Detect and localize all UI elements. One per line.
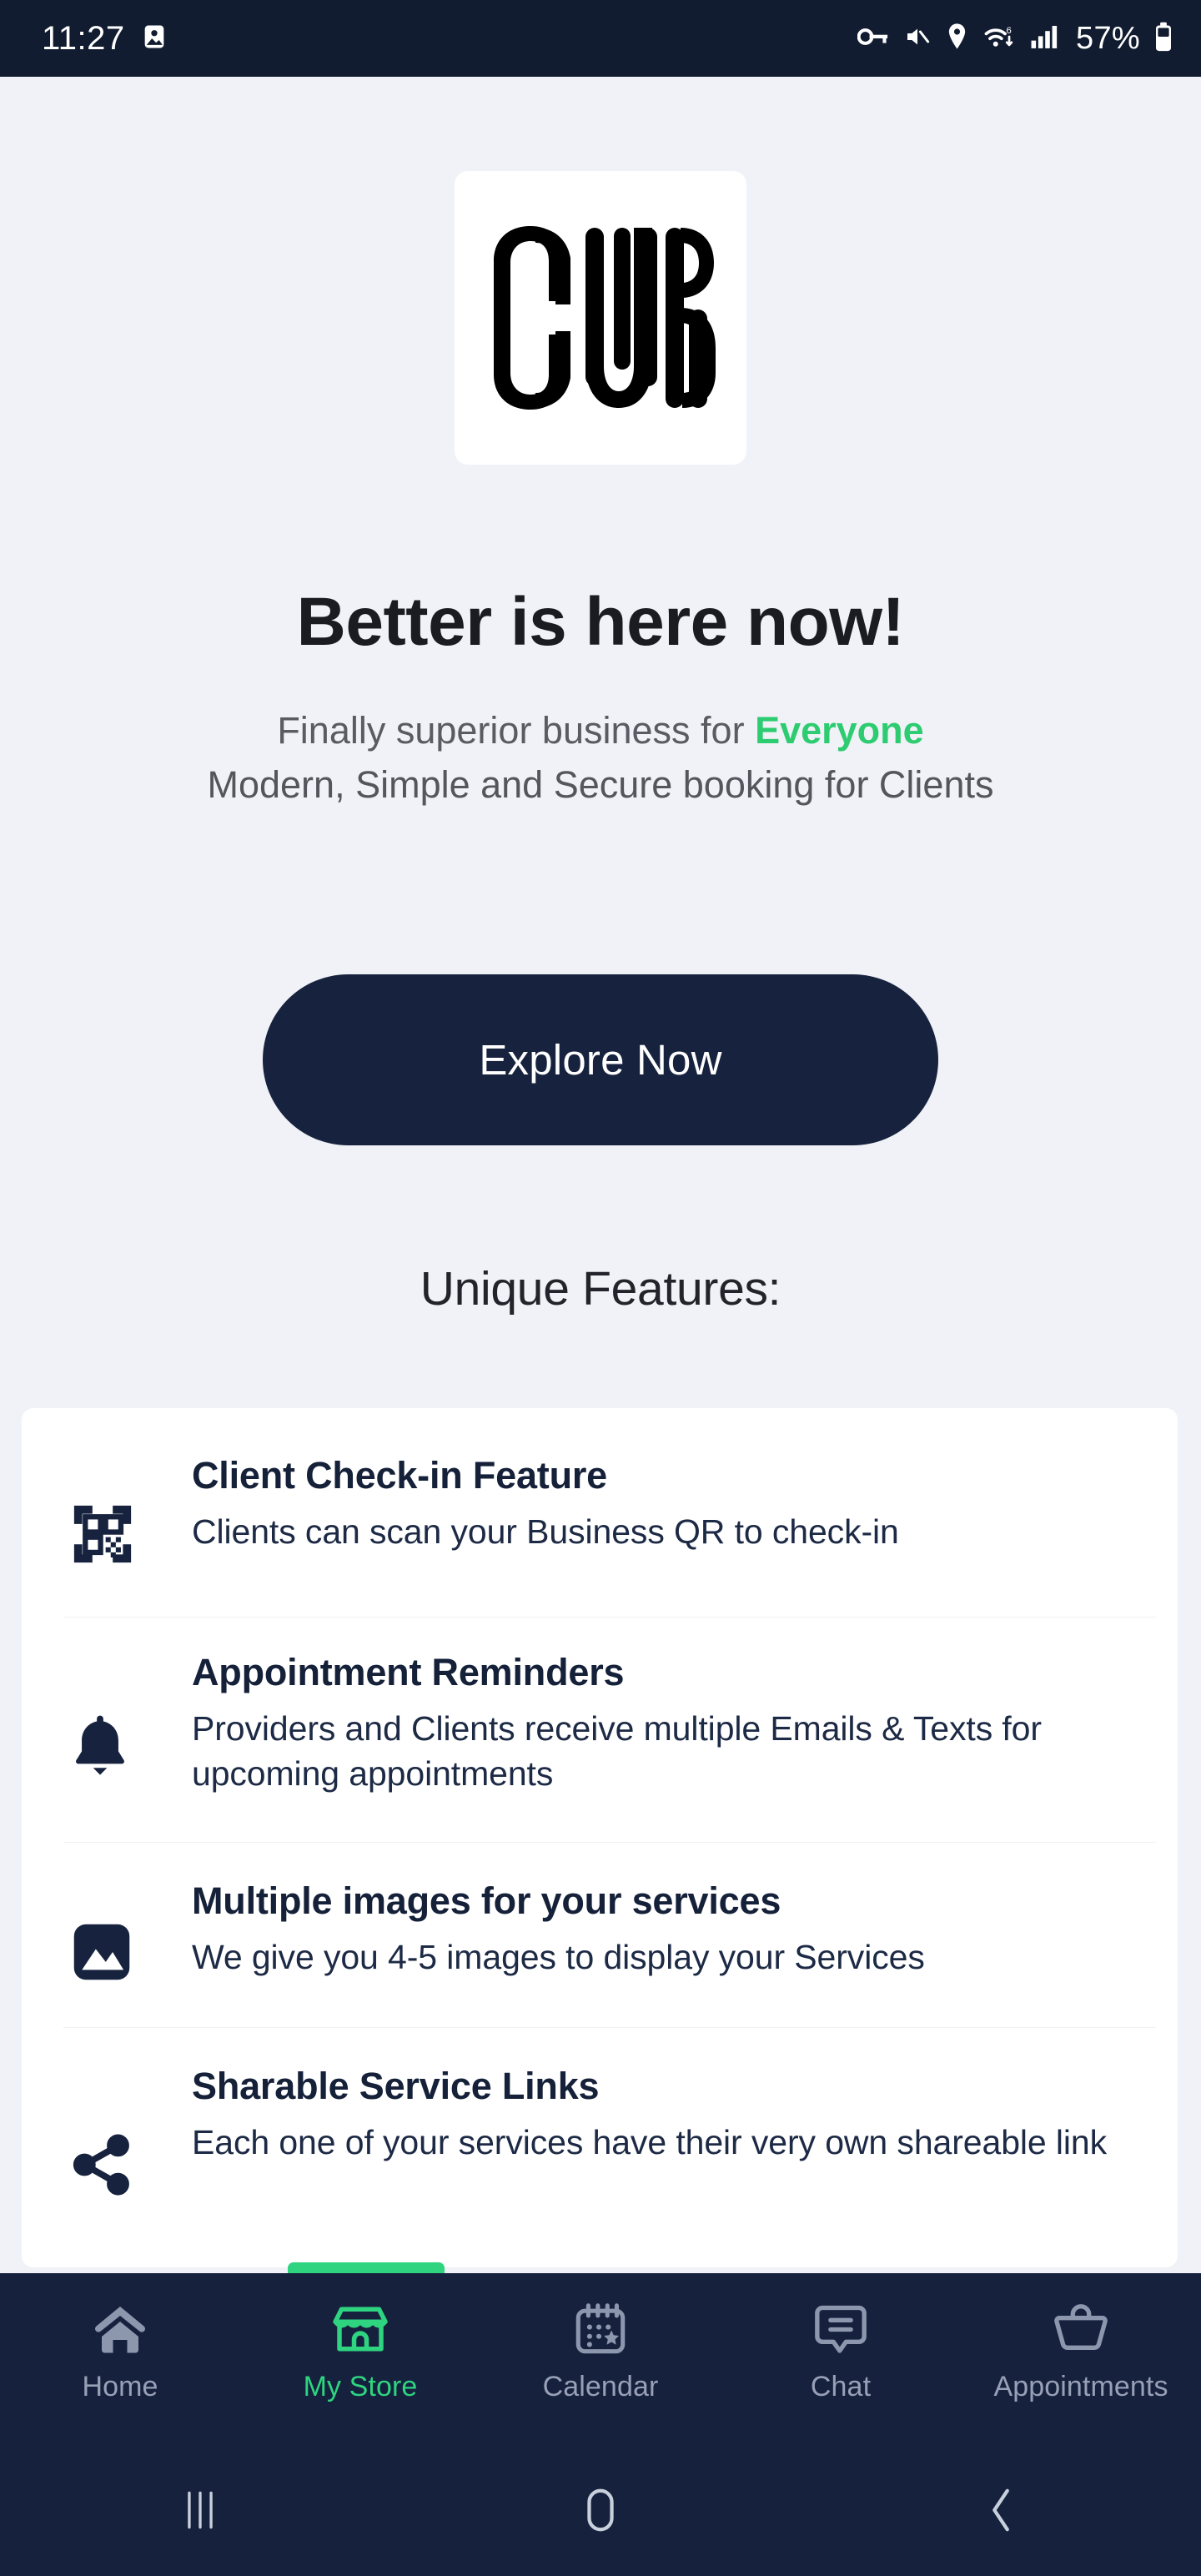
feature-title: Sharable Service Links: [192, 2065, 600, 2107]
mute-icon: [903, 23, 932, 54]
feature-title: Client Check-in Feature: [192, 1454, 608, 1497]
key-icon: [857, 24, 889, 53]
app-screen: 11:27 6 57% Better is here now! Finally …: [0, 0, 1201, 2576]
back-chevron-icon[interactable]: [801, 2486, 1201, 2534]
feature-item-sharable-links[interactable]: Sharable Service Links Each one of your …: [22, 2027, 1178, 2267]
feature-item-client-checkin[interactable]: Client Check-in Feature Clients can scan…: [22, 1408, 1178, 1617]
hero-subtitle-accent: Everyone: [755, 708, 924, 752]
status-bar-right: 6 57%: [857, 21, 1173, 57]
nav-item-chat[interactable]: Chat: [721, 2273, 961, 2403]
hero-subtitles: Finally superior business for Everyone M…: [0, 704, 1201, 813]
image-icon: [140, 23, 168, 55]
feature-text: Multiple images for your services We giv…: [162, 1877, 1144, 1980]
status-bar-clock: 11:27: [42, 20, 125, 57]
home-icon: [91, 2298, 149, 2360]
hero-subtitle-line-1: Finally superior business for Everyone: [0, 704, 1201, 758]
feature-text: Sharable Service Links Each one of your …: [162, 2062, 1144, 2165]
feature-description: Providers and Clients receive multiple E…: [192, 1708, 1042, 1793]
feature-item-appointment-reminders[interactable]: Appointment Reminders Providers and Clie…: [22, 1617, 1178, 1842]
status-bar: 11:27 6 57%: [0, 0, 1201, 77]
location-pin-icon: [946, 23, 968, 54]
cellular-signal-icon: [1030, 23, 1058, 54]
image-icon: [70, 1920, 162, 1984]
nav-item-home[interactable]: Home: [0, 2273, 240, 2403]
chat-bubble-icon: [812, 2298, 869, 2360]
hero-subtitle-line-2: Modern, Simple and Secure booking for Cl…: [207, 762, 994, 806]
nav-item-calendar[interactable]: Calendar: [480, 2273, 721, 2403]
android-navigation-bar: [0, 2444, 1201, 2576]
feature-description: Each one of your services have their ver…: [192, 2122, 1108, 2161]
feature-text: Client Check-in Feature Clients can scan…: [162, 1452, 1144, 1554]
cub-logo: [455, 171, 746, 465]
feature-description: We give you 4-5 images to display your S…: [192, 1937, 925, 1976]
feature-description: Clients can scan your Business QR to che…: [192, 1512, 899, 1551]
nav-label: Chat: [810, 2371, 872, 2402]
active-tab-indicator: [288, 2262, 445, 2273]
nav-item-appointments[interactable]: Appointments: [961, 2273, 1201, 2403]
recents-icon[interactable]: [0, 2487, 400, 2533]
battery-percent-label: 57%: [1076, 20, 1140, 56]
basket-icon: [1053, 2298, 1109, 2360]
nav-label: Home: [82, 2371, 158, 2402]
share-icon: [70, 2132, 162, 2197]
bell-icon: [70, 1713, 162, 1778]
features-card: Client Check-in Feature Clients can scan…: [22, 1408, 1178, 2267]
feature-text: Appointment Reminders Providers and Clie…: [162, 1648, 1144, 1796]
page-title: Better is here now!: [296, 584, 905, 660]
unique-features-heading: Unique Features:: [420, 1262, 781, 1316]
hero-subtitle-prefix: Finally superior business for: [277, 708, 756, 752]
bottom-navigation-bar: Home My Store Calendar Chat Appointments: [0, 2273, 1201, 2444]
hero-section: Better is here now! Finally superior bus…: [0, 584, 1201, 812]
nav-item-my-store[interactable]: My Store: [240, 2273, 480, 2403]
feature-title: Multiple images for your services: [192, 1879, 781, 1922]
calendar-star-icon: [572, 2298, 629, 2360]
status-bar-left: 11:27: [42, 22, 168, 55]
qr-code-scan-icon: [70, 1502, 162, 1567]
nav-label: Calendar: [542, 2371, 659, 2402]
home-pill-icon[interactable]: [400, 2486, 801, 2534]
explore-now-button[interactable]: Explore Now: [263, 974, 938, 1145]
wifi-icon: 6: [982, 23, 1016, 55]
nav-label: My Store: [303, 2371, 418, 2402]
store-icon: [331, 2298, 389, 2360]
battery-icon: [1154, 22, 1173, 56]
svg-text:6: 6: [1007, 25, 1012, 35]
feature-item-multiple-images[interactable]: Multiple images for your services We giv…: [22, 1842, 1178, 2027]
cub-logo-mark: [494, 226, 716, 410]
feature-title: Appointment Reminders: [192, 1651, 625, 1693]
nav-label: Appointments: [993, 2371, 1168, 2402]
